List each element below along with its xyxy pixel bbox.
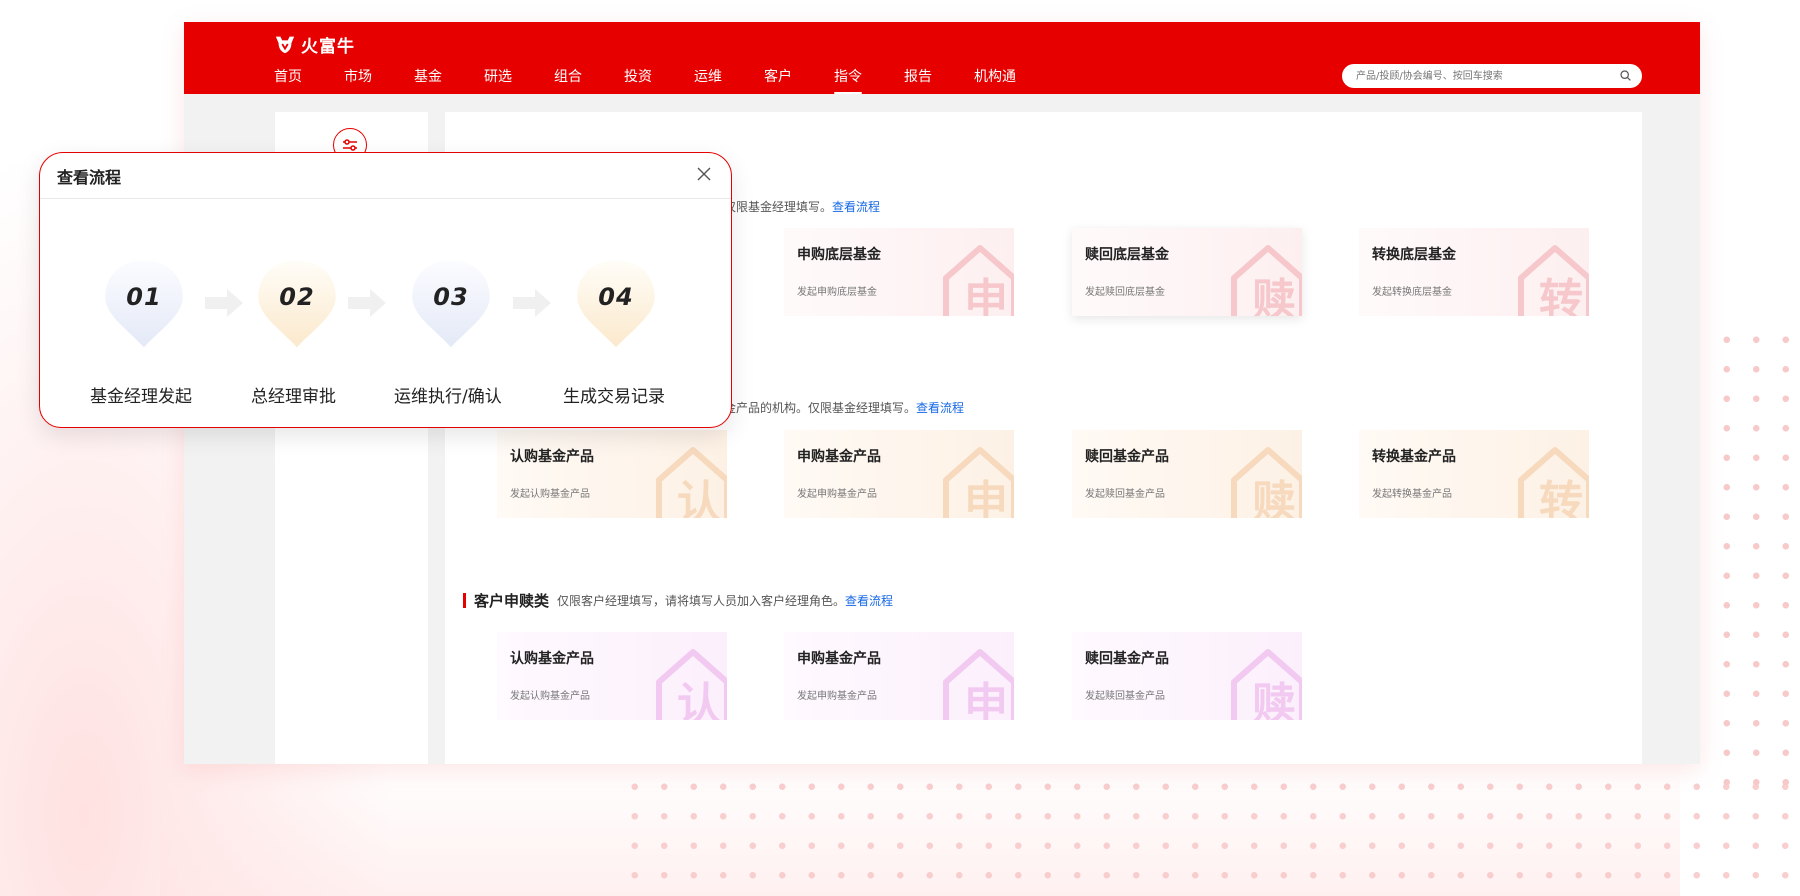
card-subtitle: 发起赎回基金产品 [1085,489,1165,500]
section-1-description: 仅限基金经理填写。查看流程 [724,200,881,214]
background-dot-pattern-bottom [620,772,1800,896]
section-3-header: 客户申赎类 仅限客户经理填写，请将填写人员加入客户经理角色。 查看流程 [463,590,893,611]
bull-logo-icon [275,36,295,54]
section-1-view-process-link[interactable]: 查看流程 [832,200,880,214]
modal-divider [40,198,731,199]
card-subtitle: 发起转换底层基金 [1372,287,1452,298]
step-arrow-icon [205,289,243,317]
search-input[interactable] [1354,69,1608,83]
card-watermark-char: 申 [964,679,1008,720]
nav-item-institution[interactable]: 机构通 [974,66,1016,90]
step-number: 04 [598,283,634,311]
card-subtitle: 发起申购基金产品 [797,691,877,702]
card-redeem-fund-product[interactable]: 赎回基金产品 发起赎回基金产品 赎 [1072,430,1302,518]
step-arrow-icon [348,289,386,317]
top-navigation-bar: 火富牛 首页 市场 基金 研选 组合 投资 运维 客户 指令 报告 机构通 [184,22,1700,94]
card-title: 认购基金产品 [510,449,594,465]
card-watermark-char: 转 [1539,477,1583,518]
step-label-4: 生成交易记录 [563,387,665,407]
card-title: 申购基金产品 [797,449,881,465]
card-subtitle: 发起申购基金产品 [797,489,877,500]
step-label-3: 运维执行/确认 [394,387,502,407]
card-title: 赎回底层基金 [1085,247,1169,263]
card-subtitle: 发起赎回基金产品 [1085,691,1165,702]
card-title: 赎回基金产品 [1085,449,1169,465]
search-icon[interactable] [1619,69,1632,82]
card-watermark-char: 转 [1539,275,1583,316]
card-convert-fund-product[interactable]: 转换基金产品 发起转换基金产品 转 [1359,430,1589,518]
step-number: 02 [279,283,315,311]
process-step-3: 03 [406,259,496,359]
nav-item-portfolio[interactable]: 组合 [554,66,582,90]
section-2-description: 金产品的机构。仅限基金经理填写。查看流程 [724,401,965,415]
global-search [1342,64,1642,88]
card-subscribe-underlying-fund[interactable]: 申购底层基金 发起申购底层基金 申 [784,228,1014,316]
card-watermark-char: 赎 [1252,275,1296,316]
card-title: 认购基金产品 [510,651,594,667]
nav-item-fund[interactable]: 基金 [414,66,442,90]
card-subtitle: 发起认购基金产品 [510,691,590,702]
brand-name: 火富牛 [301,36,355,57]
card-watermark-char: 申 [964,477,1008,518]
background-dot-pattern-right [1712,325,1800,785]
card-title: 转换基金产品 [1372,449,1456,465]
section-3-title: 客户申赎类 [474,592,550,610]
card-title: 申购基金产品 [797,651,881,667]
nav-item-client[interactable]: 客户 [764,66,792,90]
section-3-view-process-link[interactable]: 查看流程 [845,592,893,609]
view-process-modal: 查看流程 01 02 03 04 基金经理发起 总经理审批 运维执行/确认 生成… [39,152,732,428]
main-nav: 首页 市场 基金 研选 组合 投资 运维 客户 指令 报告 机构通 [274,66,1058,94]
process-step-2: 02 [252,259,342,359]
card-subtitle: 发起赎回底层基金 [1085,287,1165,298]
process-step-1: 01 [99,259,189,359]
step-number: 03 [433,283,469,311]
modal-title: 查看流程 [57,168,122,187]
step-number: 01 [126,283,162,311]
nav-item-market[interactable]: 市场 [344,66,372,90]
card-convert-underlying-fund[interactable]: 转换底层基金 发起转换底层基金 转 [1359,228,1589,316]
section-accent-bar [463,593,466,608]
nav-item-report[interactable]: 报告 [904,66,932,90]
process-step-4: 04 [571,259,661,359]
nav-item-investment[interactable]: 投资 [624,66,652,90]
card-title: 转换底层基金 [1372,247,1456,263]
close-icon[interactable] [697,167,711,181]
card-redeem-underlying-fund[interactable]: 赎回底层基金 发起赎回底层基金 赎 [1072,228,1302,316]
card-client-redeem-fund-product[interactable]: 赎回基金产品 发起赎回基金产品 赎 [1072,632,1302,720]
card-watermark-char: 申 [964,275,1008,316]
card-title: 赎回基金产品 [1085,651,1169,667]
nav-item-research[interactable]: 研选 [484,66,512,90]
card-purchase-fund-product[interactable]: 申购基金产品 发起申购基金产品 申 [784,430,1014,518]
background-glow-bottom [160,760,1680,896]
card-watermark-char: 认 [677,477,721,518]
card-watermark-char: 赎 [1252,679,1296,720]
brand-logo[interactable]: 火富牛 [274,31,355,57]
section-2-view-process-link[interactable]: 查看流程 [916,401,964,415]
section-3-description: 仅限客户经理填写，请将填写人员加入客户经理角色。 [557,594,846,608]
card-watermark-char: 认 [677,679,721,720]
step-arrow-icon [513,289,551,317]
card-watermark-char: 赎 [1252,477,1296,518]
card-subscribe-fund-product[interactable]: 认购基金产品 发起认购基金产品 认 [497,430,727,518]
nav-item-instruction[interactable]: 指令 [834,66,862,94]
card-client-purchase-fund-product[interactable]: 申购基金产品 发起申购基金产品 申 [784,632,1014,720]
card-title: 申购底层基金 [797,247,881,263]
nav-item-home[interactable]: 首页 [274,66,302,90]
card-client-subscribe-fund-product[interactable]: 认购基金产品 发起认购基金产品 认 [497,632,727,720]
step-label-2: 总经理审批 [251,387,336,407]
card-subtitle: 发起转换基金产品 [1372,489,1452,500]
card-subtitle: 发起申购底层基金 [797,287,877,298]
nav-item-operations[interactable]: 运维 [694,66,722,90]
step-label-1: 基金经理发起 [90,387,192,407]
card-subtitle: 发起认购基金产品 [510,489,590,500]
